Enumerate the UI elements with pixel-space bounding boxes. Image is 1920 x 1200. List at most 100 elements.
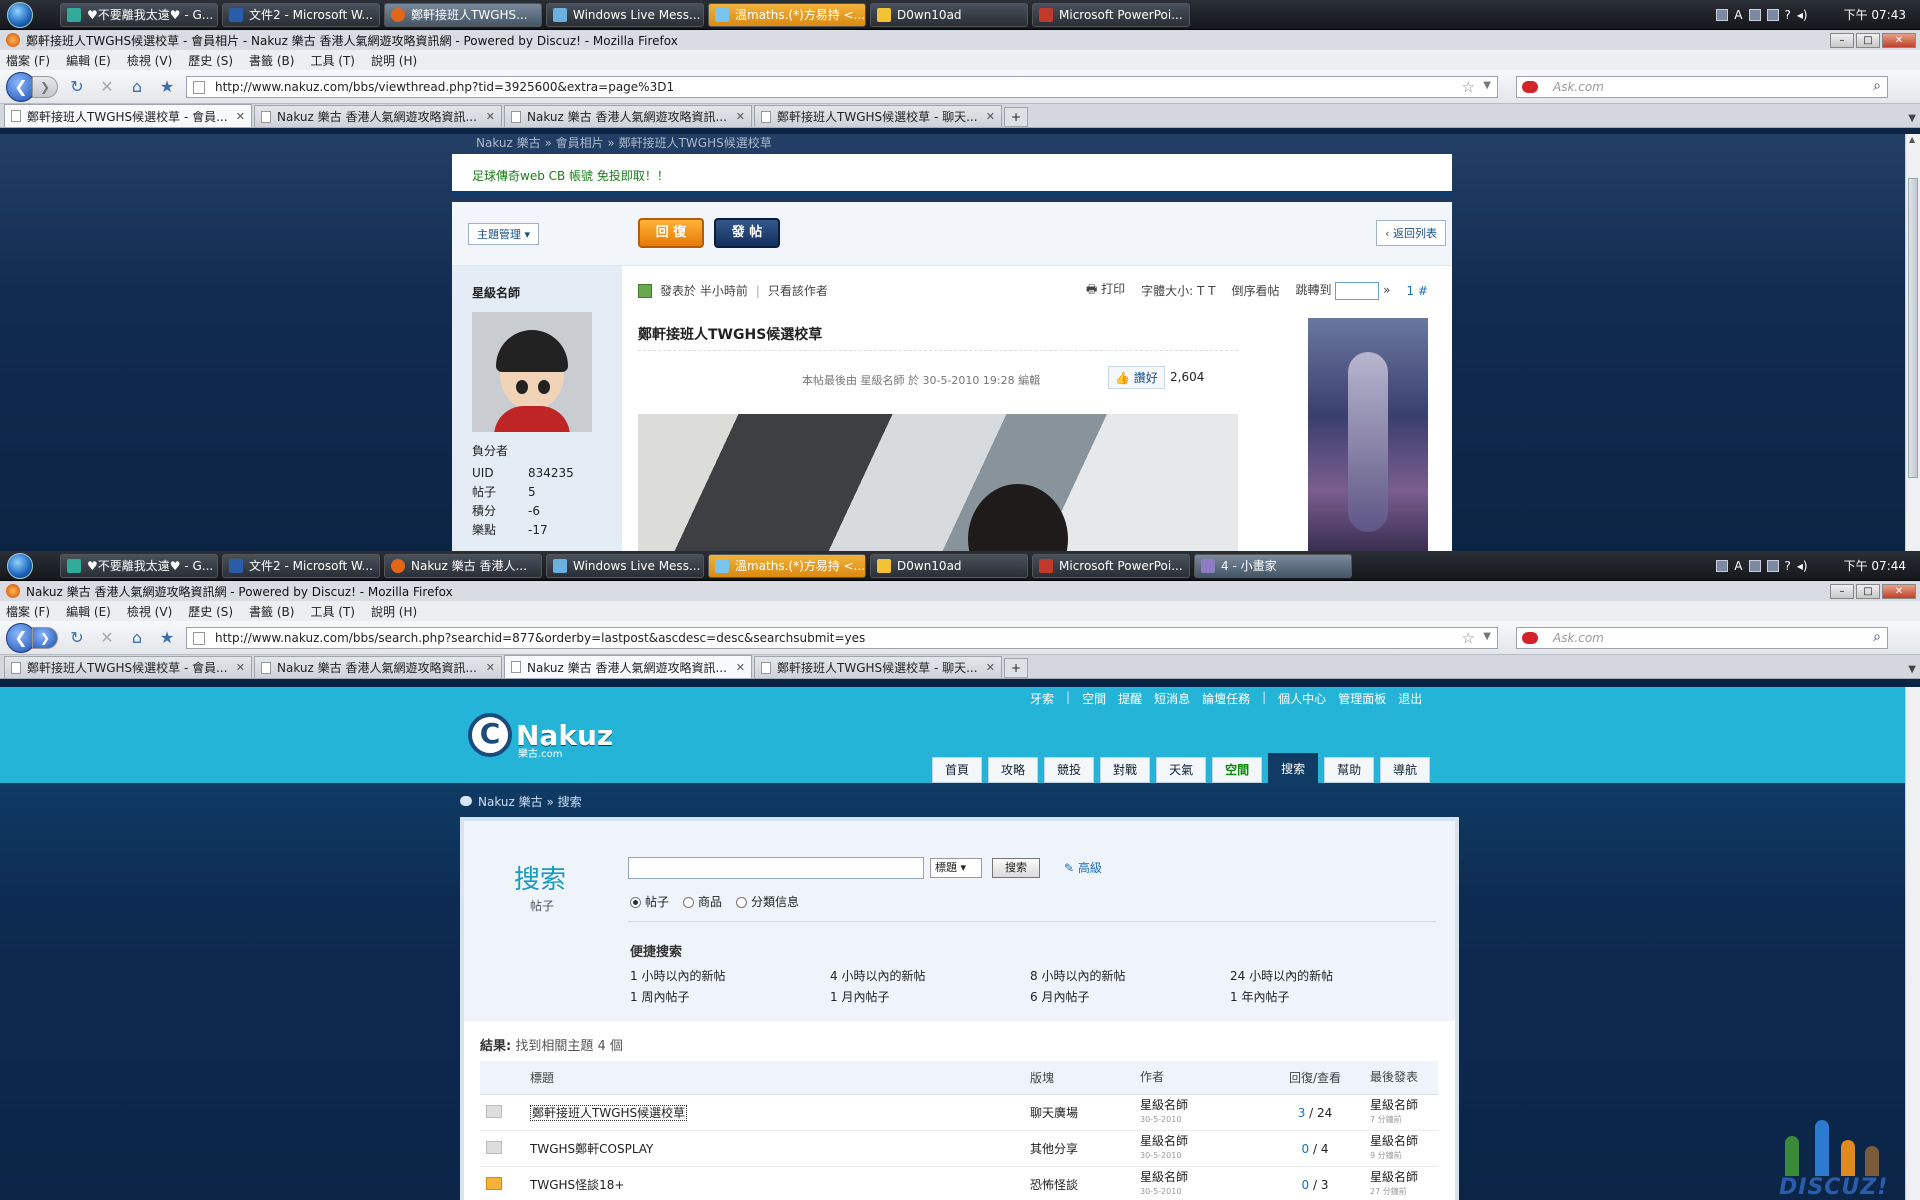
taskbar-item[interactable]: 鄭軒接班人TWGHS... — [384, 2, 542, 27]
ask-engine-icon[interactable] — [1522, 631, 1538, 644]
forum-link[interactable]: 其他分享 — [1030, 1140, 1140, 1157]
quick-link[interactable]: 1 月內帖子 — [830, 988, 1030, 1005]
start-button[interactable] — [0, 0, 40, 30]
jump-input[interactable] — [1335, 281, 1380, 300]
search-field[interactable]: Ask.com ⌕ — [1516, 75, 1888, 98]
col-author[interactable]: 作者 — [1140, 1071, 1260, 1084]
tab-close-icon[interactable]: ✕ — [736, 661, 745, 674]
nav-home[interactable]: 首頁 — [932, 757, 983, 783]
taskbar-item[interactable]: 4 - 小畫家 — [1194, 553, 1352, 578]
menu-view[interactable]: 檢視 (V) — [127, 603, 172, 620]
browser-tab[interactable]: 鄭軒接班人TWGHS候選校草 - 聊天... ✕ — [754, 656, 1002, 678]
nav-navigation[interactable]: 導航 — [1380, 757, 1431, 783]
tab-close-icon[interactable]: ✕ — [736, 110, 745, 123]
tray-icon[interactable] — [1716, 559, 1729, 572]
col-last-post[interactable]: 最後發表 — [1370, 1071, 1438, 1084]
vertical-scrollbar[interactable] — [1905, 687, 1920, 1200]
home-icon[interactable]: ⌂ — [126, 628, 148, 647]
tab-list-icon[interactable]: ▼ — [1908, 113, 1916, 124]
tab-close-icon[interactable]: ✕ — [986, 661, 995, 674]
reply-button[interactable]: 回 復 — [638, 218, 704, 248]
taskbar-item[interactable]: ♥不要離我太遠♥ - G... — [60, 553, 218, 578]
font-size-control[interactable]: 字體大小: T T — [1141, 282, 1215, 299]
radio-goods[interactable]: 商品 — [683, 893, 722, 910]
url-bar[interactable]: http://www.nakuz.com/bbs/search.php?sear… — [186, 626, 1498, 649]
taskbar-item[interactable]: 文件2 - Microsoft W... — [222, 2, 380, 27]
browser-tab[interactable]: 鄭軒接班人TWGHS候選校草 - 會員... ✕ — [4, 656, 252, 678]
post-photo[interactable] — [638, 414, 1238, 551]
forum-link[interactable]: 聊天廣場 — [1030, 1104, 1140, 1121]
quick-link[interactable]: 6 月內帖子 — [1030, 988, 1230, 1005]
tab-list-icon[interactable]: ▼ — [1908, 664, 1916, 675]
taskbar-item[interactable]: Microsoft PowerPoi... — [1032, 553, 1190, 578]
search-type-select[interactable]: 標題 ▾ — [930, 858, 982, 878]
taskbar-item[interactable]: Windows Live Mess... — [546, 2, 704, 27]
author-name[interactable]: 星級名師 — [472, 284, 520, 301]
tab-close-icon[interactable]: ✕ — [236, 110, 245, 123]
dropdown-icon[interactable]: ▼ — [1483, 631, 1491, 642]
nav-auction[interactable]: 競投 — [1044, 757, 1095, 783]
search-button[interactable]: 搜索 — [992, 858, 1040, 878]
author-link[interactable]: 星級名師 — [1140, 1170, 1188, 1184]
advanced-search-link[interactable]: ✎ 高級 — [1064, 859, 1102, 876]
taskbar-item[interactable]: Windows Live Mess... — [546, 553, 704, 578]
taskbar-item[interactable]: 溫maths.(*)方易持 <... — [708, 2, 866, 27]
radio-icon[interactable] — [630, 897, 641, 908]
top-link[interactable]: 提醒 — [1118, 690, 1142, 707]
quick-link[interactable]: 24 小時以內的新帖 — [1230, 967, 1430, 984]
menu-view[interactable]: 檢視 (V) — [127, 52, 172, 69]
bookmark-icon[interactable]: ★ — [156, 77, 178, 96]
ask-engine-icon[interactable] — [1522, 80, 1538, 93]
new-tab-button[interactable]: + — [1004, 658, 1028, 678]
tray-icon[interactable] — [1716, 8, 1729, 21]
nav-help[interactable]: 幫助 — [1324, 757, 1375, 783]
start-button[interactable] — [0, 551, 40, 581]
menu-bookmarks[interactable]: 書籤 (B) — [249, 603, 294, 620]
stop-icon[interactable]: ✕ — [96, 628, 118, 647]
top-link[interactable]: 退出 — [1398, 690, 1422, 707]
last-poster-link[interactable]: 星級名師 — [1370, 1098, 1418, 1112]
thread-link[interactable]: TWGHS鄭軒COSPLAY — [530, 1142, 653, 1156]
menu-bookmarks[interactable]: 書籤 (B) — [249, 52, 294, 69]
browser-tab[interactable]: Nakuz 樂古 香港人氣網遊攻略資訊... ✕ — [504, 105, 752, 127]
quick-link[interactable]: 1 小時以內的新帖 — [630, 967, 830, 984]
print-link[interactable]: 🖶 打印 — [1086, 280, 1125, 301]
forum-link[interactable]: 恐怖怪談 — [1030, 1176, 1140, 1193]
last-poster-link[interactable]: 星級名師 — [1370, 1134, 1418, 1148]
top-link[interactable]: 短消息 — [1154, 690, 1190, 707]
menu-help[interactable]: 說明 (H) — [371, 603, 417, 620]
taskbar-item[interactable]: 文件2 - Microsoft W... — [222, 553, 380, 578]
vertical-scrollbar[interactable]: ▲ — [1905, 134, 1920, 551]
search-input[interactable] — [628, 857, 924, 879]
menu-file[interactable]: 檔案 (F) — [6, 52, 50, 69]
tray-icon[interactable] — [1748, 559, 1761, 572]
col-title[interactable]: 標題 — [530, 1069, 1030, 1086]
manage-topic-button[interactable]: 主題管理 ▾ — [468, 223, 540, 245]
radio-posts[interactable]: 帖子 — [630, 893, 669, 910]
reload-icon[interactable]: ↻ — [66, 77, 88, 96]
top-link[interactable]: 牙索 — [1030, 690, 1054, 707]
tray-icon[interactable]: A — [1734, 559, 1742, 573]
top-link[interactable]: 空間 — [1082, 690, 1106, 707]
author-link[interactable]: 星級名師 — [1140, 1098, 1188, 1112]
maximize-button[interactable]: □ — [1856, 32, 1880, 48]
bookmark-icon[interactable]: ★ — [156, 628, 178, 647]
taskbar-item[interactable]: ♥不要離我太遠♥ - G... — [60, 2, 218, 27]
forward-button[interactable]: ❯ — [32, 75, 58, 98]
menu-edit[interactable]: 編輯 (E) — [66, 603, 111, 620]
author-link[interactable]: 星級名師 — [1140, 1134, 1188, 1148]
browser-tab[interactable]: Nakuz 樂古 香港人氣網遊攻略資訊... ✕ — [254, 656, 502, 678]
top-link[interactable]: 管理面板 — [1338, 690, 1386, 707]
avatar[interactable] — [472, 312, 592, 432]
star-icon[interactable]: ☆ — [1462, 629, 1475, 647]
dropdown-icon[interactable]: ▼ — [1483, 80, 1491, 91]
menu-file[interactable]: 檔案 (F) — [6, 603, 50, 620]
browser-tab[interactable]: 鄭軒接班人TWGHS候選校草 - 聊天... ✕ — [754, 105, 1002, 127]
ad-banner[interactable]: 足球傳奇web CB 帳號 免投即取！！ — [452, 154, 1452, 196]
breadcrumb[interactable]: Nakuz 樂古 » 會員相片 » 鄭軒接班人TWGHS候選校草 — [476, 134, 772, 151]
nav-guides[interactable]: 攻略 — [988, 757, 1039, 783]
browser-tab[interactable]: 鄭軒接班人TWGHS候選校草 - 會員... ✕ — [4, 104, 252, 127]
taskbar-item[interactable]: D0wn10ad — [870, 2, 1028, 27]
new-tab-button[interactable]: + — [1004, 107, 1028, 127]
close-button[interactable]: ✕ — [1882, 583, 1916, 599]
